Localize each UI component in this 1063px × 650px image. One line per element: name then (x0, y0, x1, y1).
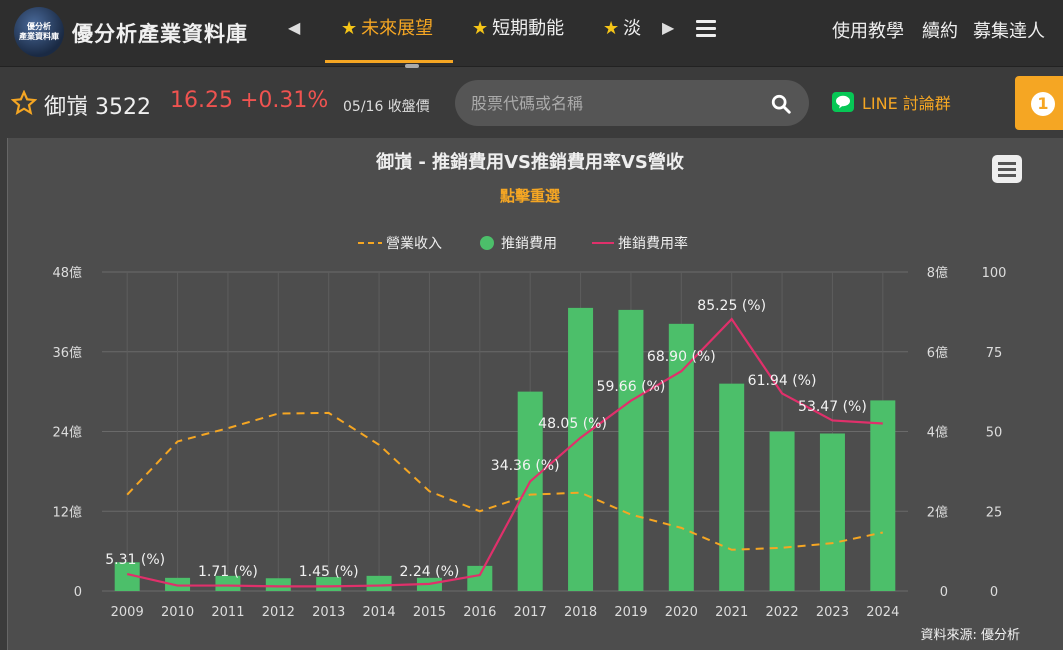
legend-expense-label: 推銷費用 (501, 236, 557, 252)
right-axis-1-tick: 6億 (927, 345, 948, 361)
data-label-rate: 85.25 (%) (697, 298, 766, 314)
left-axis-tick: 12億 (52, 504, 82, 520)
bar-expense (769, 431, 795, 591)
data-label-rate: 2.24 (%) (400, 564, 460, 580)
data-label-rate: 61.94 (%) (748, 373, 817, 389)
bar-expense (719, 383, 745, 591)
bar-expense (265, 578, 291, 591)
x-axis-tick: 2015 (413, 605, 446, 620)
x-axis-tick: 2022 (766, 605, 799, 620)
legend-rate-label: 推銷費用率 (618, 235, 688, 252)
x-axis-tick: 2023 (816, 605, 849, 620)
right-axis-1-tick: 4億 (927, 425, 948, 441)
right-axis-2-tick: 75 (986, 346, 1003, 361)
data-label-rate: 68.90 (%) (647, 349, 716, 365)
bar-expense (366, 575, 392, 591)
left-axis-tick: 48億 (52, 265, 82, 281)
data-label-rate: 5.31 (%) (105, 552, 165, 568)
bar-expense (467, 565, 493, 591)
x-axis-tick: 2010 (161, 605, 194, 620)
right-axis-2-tick: 100 (982, 266, 1007, 281)
left-axis-tick: 24億 (52, 425, 82, 441)
bar-expense (819, 433, 845, 591)
x-axis-tick: 2021 (715, 605, 748, 620)
left-axis-tick: 36億 (52, 345, 82, 361)
right-axis-1-tick: 0 (940, 585, 948, 600)
x-axis-tick: 2012 (262, 605, 295, 620)
x-axis-tick: 2011 (211, 605, 244, 620)
x-axis-tick: 2019 (614, 605, 647, 620)
data-label-rate: 59.66 (%) (597, 379, 666, 395)
chart-menu-button[interactable] (992, 155, 1022, 183)
bar-expense (568, 307, 594, 591)
legend-expense-swatch (480, 236, 494, 250)
x-axis-tick: 2009 (111, 605, 144, 620)
chart-source: 資料來源: 優分析 (920, 628, 1020, 643)
right-axis-2-tick: 0 (990, 585, 998, 600)
bar-expense (618, 309, 644, 591)
bar-expense (870, 400, 896, 591)
chart-title: 御嵿 - 推銷費用VS推銷費用率VS營收 (375, 151, 684, 173)
chart-subtitle: 點擊重選 (500, 187, 560, 205)
right-axis-2-tick: 50 (986, 426, 1003, 441)
x-axis-tick: 2016 (463, 605, 496, 620)
x-axis-tick: 2020 (665, 605, 698, 620)
line-expense-rate (126, 317, 883, 588)
data-label-rate: 1.71 (%) (198, 564, 258, 580)
x-axis-tick: 2013 (312, 605, 345, 620)
legend-revenue-label: 營業收入 (386, 236, 442, 252)
right-axis-1-tick: 8億 (927, 265, 948, 281)
x-axis-tick: 2024 (866, 605, 899, 620)
expense-chart: 御嵿 - 推銷費用VS推銷費用率VS營收點擊重選營業收入 推銷費用 推銷費用率 0 0 0… (52, 151, 1020, 643)
data-label-rate: 53.47 (%) (798, 399, 867, 415)
data-label-rate: 34.36 (%) (491, 458, 560, 474)
x-axis-tick: 2018 (564, 605, 597, 620)
data-label-rate: 1.45 (%) (299, 564, 359, 580)
right-axis-2-tick: 25 (986, 505, 1003, 520)
data-label-rate: 48.05 (%) (538, 416, 607, 432)
x-axis-tick: 2017 (514, 605, 547, 620)
left-axis-tick: 0 (74, 585, 82, 600)
x-axis-tick: 2014 (363, 605, 396, 620)
right-axis-1-tick: 2億 (927, 504, 948, 520)
